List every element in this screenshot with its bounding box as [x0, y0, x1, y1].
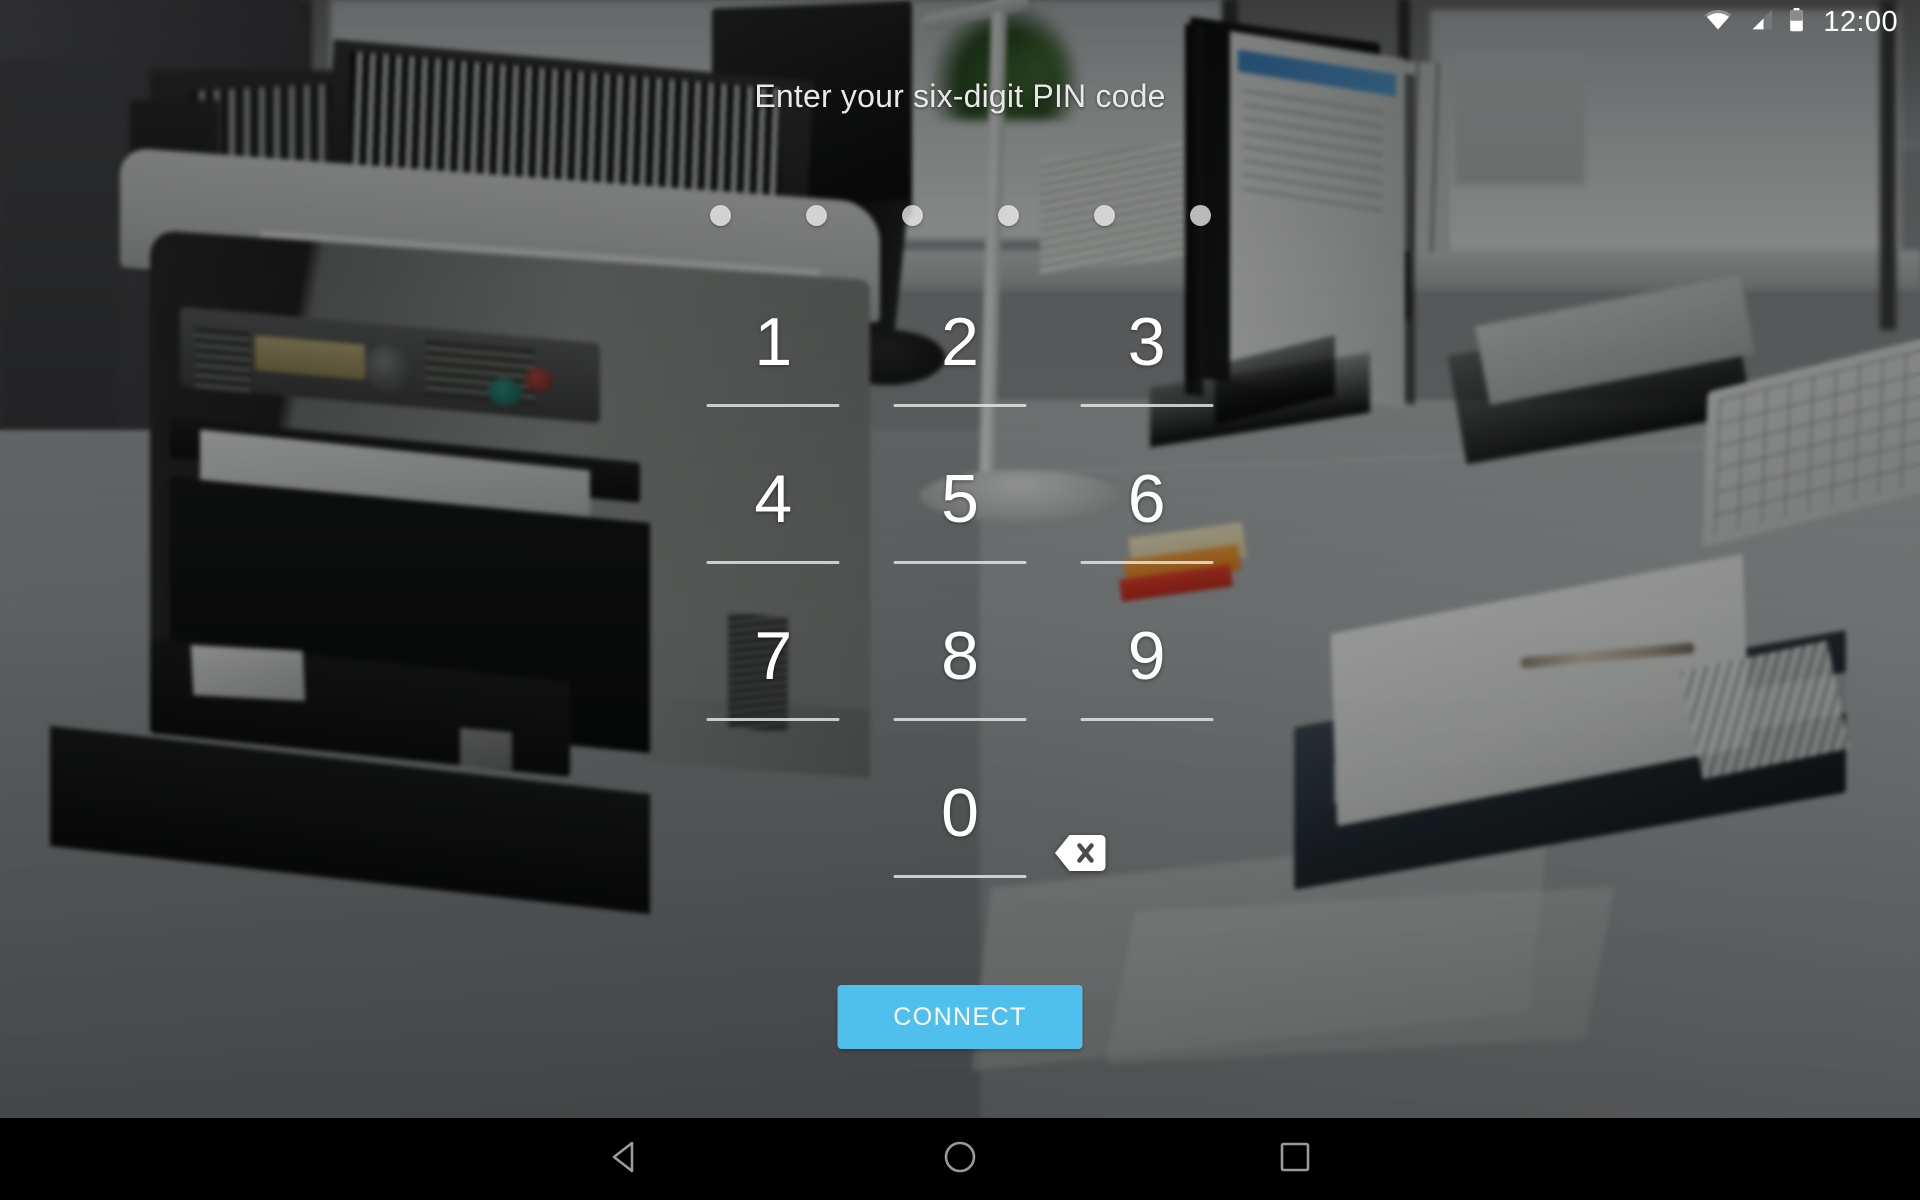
key-6[interactable]: 6 — [1053, 457, 1240, 614]
key-5[interactable]: 5 — [867, 457, 1054, 614]
key-2[interactable]: 2 — [867, 300, 1054, 457]
pin-dot-6 — [1189, 205, 1211, 226]
battery-icon — [1788, 7, 1805, 38]
key-2-label: 2 — [941, 304, 979, 380]
key-8-label: 8 — [941, 618, 979, 694]
key-backspace[interactable] — [1053, 771, 1240, 928]
key-7-label: 7 — [754, 618, 793, 694]
key-4[interactable]: 4 — [680, 457, 867, 614]
key-3[interactable]: 3 — [1053, 300, 1240, 457]
wifi-icon — [1703, 8, 1733, 37]
lock-screen: 12:00 Enter your six-digit PIN code 1 2 … — [0, 0, 1920, 1200]
key-9-label: 9 — [1127, 618, 1166, 694]
key-5-label: 5 — [941, 461, 979, 537]
key-9-underline — [1080, 718, 1214, 721]
nav-recents-button[interactable] — [1175, 1118, 1415, 1200]
backspace-icon — [1053, 832, 1107, 879]
key-1-underline — [706, 404, 840, 407]
key-5-underline — [893, 561, 1027, 564]
nav-spacer-right — [1080, 1118, 1175, 1200]
pin-dot-2 — [805, 205, 827, 226]
recents-icon — [1275, 1137, 1315, 1182]
nav-back-button[interactable] — [505, 1118, 745, 1200]
key-7[interactable]: 7 — [680, 614, 867, 771]
numeric-keypad: 1 2 3 4 5 6 7 8 9 0 — [680, 300, 1240, 928]
pin-dot-5 — [1093, 205, 1115, 226]
key-0-underline — [893, 875, 1027, 878]
key-9[interactable]: 9 — [1053, 614, 1240, 771]
pin-dot-1 — [709, 205, 731, 226]
key-1[interactable]: 1 — [680, 300, 867, 457]
cellular-signal-icon — [1747, 8, 1774, 37]
pin-dot-3 — [901, 205, 923, 226]
android-navigation-bar — [0, 1118, 1920, 1200]
key-6-label: 6 — [1127, 461, 1166, 537]
key-blank-left — [680, 771, 867, 928]
pin-indicator-dots — [0, 205, 1920, 226]
key-0-label: 0 — [941, 775, 979, 851]
key-0[interactable]: 0 — [867, 771, 1054, 928]
status-bar: 12:00 — [0, 0, 1920, 44]
page-title: Enter your six-digit PIN code — [754, 78, 1166, 114]
key-4-label: 4 — [754, 461, 793, 537]
key-7-underline — [706, 718, 840, 721]
connect-button[interactable]: CONNECT — [837, 985, 1083, 1049]
status-bar-clock: 12:00 — [1823, 5, 1898, 38]
pin-dot-4 — [997, 205, 1019, 226]
nav-home-button[interactable] — [840, 1118, 1080, 1200]
key-3-underline — [1080, 404, 1214, 407]
back-icon — [605, 1137, 645, 1182]
key-4-underline — [706, 561, 840, 564]
nav-spacer-left — [745, 1118, 840, 1200]
key-8-underline — [893, 718, 1027, 721]
key-2-underline — [893, 404, 1027, 407]
key-8[interactable]: 8 — [867, 614, 1054, 771]
pin-entry-panel: Enter your six-digit PIN code 1 2 3 4 5 … — [0, 0, 1920, 1118]
home-icon — [940, 1137, 980, 1182]
key-3-label: 3 — [1127, 304, 1166, 380]
key-1-label: 1 — [754, 304, 793, 380]
key-6-underline — [1080, 561, 1214, 564]
